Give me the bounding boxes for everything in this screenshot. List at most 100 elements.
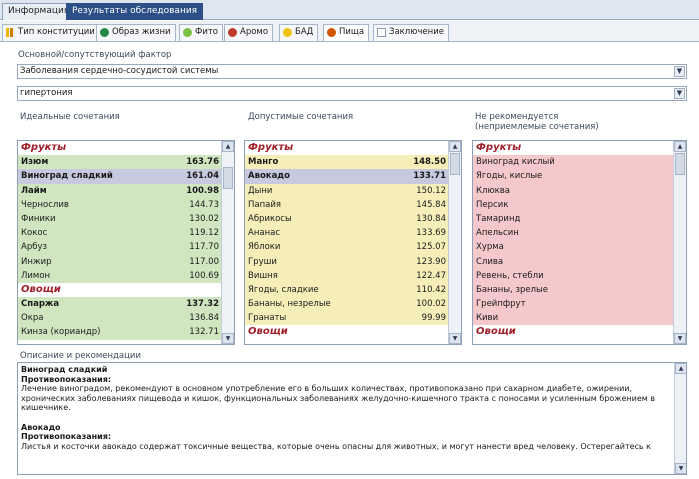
tab-phyto[interactable]: Фито	[179, 24, 223, 41]
list-item[interactable]: Манго 148.50	[245, 155, 448, 170]
tab-constitution-type[interactable]: Тип конституции	[2, 24, 100, 41]
item-score: 132.71	[189, 327, 219, 338]
list-item[interactable]: Финики 130.02	[18, 211, 221, 227]
scroll-up-icon[interactable]: ▲	[222, 141, 234, 152]
item-label: Ягоды, кислые	[476, 171, 543, 182]
tab-information[interactable]: Информация	[2, 3, 76, 20]
list-item[interactable]: Бананы, незрелые 100.02	[245, 297, 448, 312]
scroll-thumb[interactable]	[223, 167, 233, 189]
scroll-up-icon[interactable]: ▲	[674, 141, 686, 152]
item-label: Киви	[476, 313, 499, 324]
list-item[interactable]: Персик	[473, 197, 673, 212]
tab-aroma[interactable]: Аромо	[224, 24, 274, 41]
list-item[interactable]: Тамаринд	[473, 211, 673, 227]
scroll-down-icon[interactable]: ▼	[449, 333, 461, 344]
list-item[interactable]: Дыни 150.12	[245, 183, 448, 198]
list-item[interactable]: Ревень, стебли	[473, 268, 673, 283]
tab-label: Аромо	[240, 27, 269, 37]
list-item[interactable]: Изюм 163.76	[18, 155, 221, 170]
scrollbar[interactable]: ▲ ▼	[674, 363, 686, 474]
list-item[interactable]: Ягоды, кислые	[473, 169, 673, 184]
item-score: 133.69	[416, 228, 446, 239]
list-item[interactable]: Вишня 122.47	[245, 268, 448, 283]
list-item[interactable]: Кокос 119.12	[18, 226, 221, 241]
tab-supplements[interactable]: БАД	[279, 24, 319, 41]
item-label: Кинза (кориандр)	[21, 327, 101, 338]
scroll-thumb[interactable]	[450, 153, 460, 175]
tab-label: Пища	[339, 27, 365, 37]
scroll-thumb[interactable]	[675, 153, 685, 175]
tab-food[interactable]: Пища	[323, 24, 370, 41]
list-item[interactable]: Хурма	[473, 240, 673, 255]
category-header: Фрукты	[245, 141, 448, 155]
item-label: Персик	[476, 199, 509, 210]
list-item[interactable]: Лимон 100.69	[18, 268, 221, 283]
list-item[interactable]: Груши 123.90	[245, 254, 448, 269]
tab-conclusion[interactable]: Заключение	[373, 24, 449, 41]
item-label: Виноград сладкий	[21, 171, 113, 182]
condition-select[interactable]: гипертония ▼	[17, 86, 687, 101]
list-item[interactable]: Бананы, зрелые	[473, 282, 673, 298]
list-item[interactable]: Виноград сладкий 161.04	[18, 169, 221, 184]
list-item[interactable]: Ананас 133.69	[245, 226, 448, 241]
list-item[interactable]: Виноград кислый	[473, 155, 673, 170]
item-label: Авокадо	[248, 171, 291, 182]
scroll-down-icon[interactable]: ▼	[674, 333, 686, 344]
list-item[interactable]: Арбуз 117.70	[18, 240, 221, 255]
header-not-recommended: Не рекомендуется (неприемлемые сочетания…	[475, 112, 599, 132]
item-label: Апельсин	[476, 228, 519, 239]
description-label: Описание и рекомендации	[20, 351, 141, 361]
list-item[interactable]: Яблоки 125.07	[245, 240, 448, 255]
list-item[interactable]: Чернослив 144.73	[18, 197, 221, 212]
list-item[interactable]: Папайя 145.84	[245, 197, 448, 212]
list-item[interactable]: Кинза (кориандр) 132.71	[18, 325, 221, 340]
scroll-down-icon[interactable]: ▼	[222, 333, 234, 344]
item-label: Гранаты	[248, 313, 287, 324]
scroll-down-icon[interactable]: ▼	[675, 463, 686, 474]
chevron-down-icon[interactable]: ▼	[674, 88, 685, 99]
allowed-list[interactable]: Фрукты Манго 148.50 Авокадо 133.71 Дыни 150.12…	[244, 140, 462, 345]
tab-lifestyle[interactable]: Образ жизни	[96, 24, 176, 41]
item-score: 130.84	[416, 213, 446, 224]
item-label: Финики	[21, 213, 56, 224]
list-item[interactable]: Ягоды, сладкие 110.42	[245, 282, 448, 298]
category-header: Фрукты	[18, 141, 221, 155]
scrollbar[interactable]: ▲ ▼	[448, 141, 461, 344]
list-item[interactable]: Киви	[473, 311, 673, 326]
not-recommended-list[interactable]: Фрукты Виноград кислый Ягоды, кислые Клюква…	[472, 140, 687, 345]
item-label: Груши	[248, 256, 277, 267]
item-label: Манго	[248, 157, 279, 168]
item-score: 117.70	[189, 242, 219, 253]
item-label: Овощи	[248, 326, 288, 338]
list-item[interactable]: Инжир 117.00	[18, 254, 221, 269]
list-item[interactable]: Слива	[473, 254, 673, 269]
item-label: Вишня	[248, 270, 278, 281]
item-score: 150.12	[416, 185, 446, 196]
list-item[interactable]: Грейпфрут	[473, 297, 673, 312]
list-item[interactable]: Лайм 100.98	[18, 183, 221, 198]
item-label: Чернослив	[21, 199, 69, 210]
list-item[interactable]: Апельсин	[473, 226, 673, 241]
list-item[interactable]: Абрикосы 130.84	[245, 211, 448, 227]
item-label: Арбуз	[21, 242, 48, 253]
list-item[interactable]: Окра 136.84	[18, 311, 221, 326]
item-score: 100.02	[416, 299, 446, 310]
sub-tab-bar: Тип конституции Образ жизни Фито Аромо Б…	[0, 21, 699, 42]
ideal-list[interactable]: Фрукты Изюм 163.76 Виноград сладкий 161.04 Ла…	[17, 140, 235, 345]
description-box[interactable]: Виноград сладкий Противопоказания: Лечение…	[17, 362, 687, 475]
scrollbar[interactable]: ▲ ▼	[673, 141, 686, 344]
condition-group-select[interactable]: Заболевания сердечно-сосудистой системы …	[17, 64, 687, 79]
item-label: Фрукты	[248, 142, 294, 153]
scrollbar[interactable]: ▲ ▼	[221, 141, 234, 344]
chevron-down-icon[interactable]: ▼	[674, 66, 685, 77]
scroll-up-icon[interactable]: ▲	[449, 141, 461, 152]
tab-examination-results[interactable]: Результаты обследования	[66, 3, 204, 20]
list-item[interactable]: Авокадо 133.71	[245, 169, 448, 184]
list-item[interactable]: Спаржа 137.32	[18, 297, 221, 312]
list-item[interactable]: Клюква	[473, 183, 673, 198]
list-item[interactable]: Гранаты 99.99	[245, 311, 448, 326]
constitution-icon	[6, 28, 15, 37]
scroll-up-icon[interactable]: ▲	[675, 363, 686, 374]
item-score: 161.04	[186, 171, 219, 182]
item-label: Кокос	[21, 228, 48, 239]
